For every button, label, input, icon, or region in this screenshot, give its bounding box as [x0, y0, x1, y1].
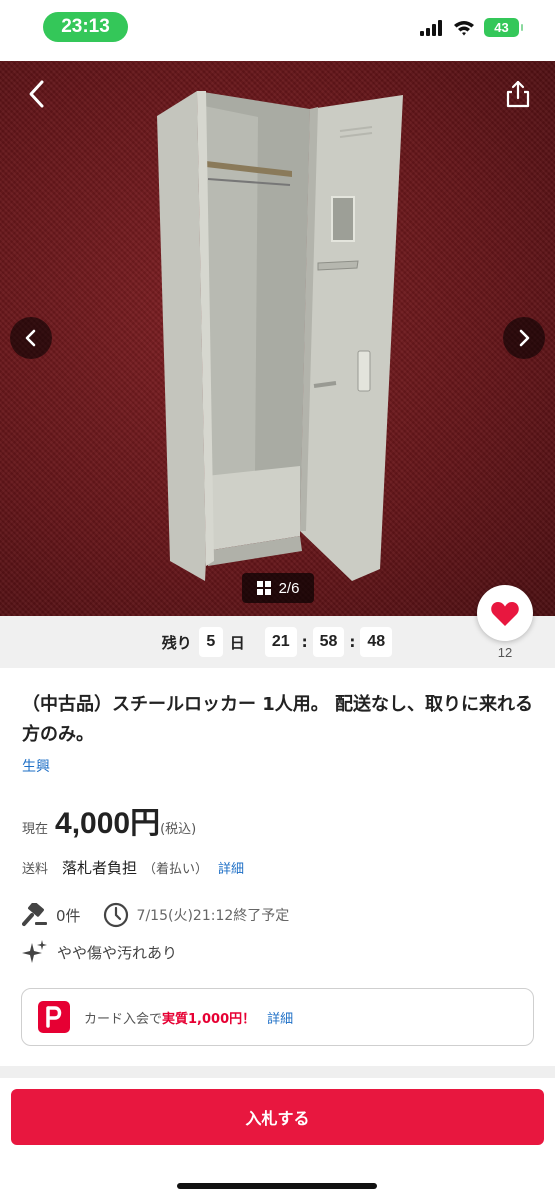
auction-item-page: 23:13 43 2/6 残り 5 日 21: 58: 48 12 （中古品… [0, 0, 555, 1200]
countdown-days: 5 [198, 627, 223, 657]
current-price: 4,000円 [55, 807, 161, 840]
promo-highlight: 実質1,000円！ [162, 1011, 256, 1027]
condition-row: やや傷や汚れあり [22, 939, 177, 965]
countdown-separator: : [349, 633, 356, 651]
wifi-icon [454, 20, 474, 35]
promo-detail-link[interactable]: 詳細 [267, 1008, 293, 1027]
signal-icon [420, 19, 442, 36]
paypay-card-promo[interactable]: カード入会で 実質1,000円！ 詳細 [21, 988, 534, 1046]
bid-button[interactable]: 入札する [11, 1089, 544, 1145]
countdown-seconds: 48 [360, 627, 393, 657]
gavel-icon [22, 903, 47, 926]
bid-info-row: 0件 7/15(火)21:12終了予定 [22, 902, 289, 928]
status-icons: 43 [420, 18, 523, 37]
countdown-hours: 21 [264, 627, 297, 657]
next-image-button[interactable] [503, 317, 545, 359]
shipping-row: 送料 落札者負担 （着払い） 詳細 [22, 857, 244, 878]
price-label: 現在 [22, 822, 49, 837]
image-gallery[interactable]: 2/6 [0, 61, 555, 616]
status-time: 23:13 [43, 12, 128, 42]
shipping-note: （着払い） [143, 862, 209, 877]
price-tax-note: (税込) [160, 822, 197, 837]
share-button[interactable] [493, 69, 543, 119]
countdown-minutes: 58 [312, 627, 345, 657]
locker-photo [157, 91, 403, 581]
countdown-days-unit: 日 [229, 633, 245, 652]
shipping-label: 送料 [22, 862, 49, 877]
price-row: 現在 4,000円 (税込) [22, 798, 196, 842]
next-arrow-icon [519, 329, 530, 347]
back-chevron-icon [29, 80, 44, 108]
grid-icon [256, 581, 271, 595]
favorite-button[interactable] [477, 585, 533, 641]
heart-icon [491, 601, 519, 626]
previous-image-button[interactable] [10, 317, 52, 359]
battery-indicator: 43 [484, 18, 523, 37]
home-indicator [177, 1183, 377, 1189]
section-divider [0, 1066, 555, 1078]
seller-link[interactable]: 生興 [22, 756, 50, 776]
countdown-prefix: 残り [161, 633, 192, 652]
status-bar: 23:13 43 [0, 0, 555, 56]
prev-arrow-icon [25, 329, 36, 347]
sparkle-icon [22, 940, 47, 963]
image-counter-text: 2/6 [278, 579, 300, 597]
item-condition: やや傷や汚れあり [57, 943, 178, 962]
shipping-value: 落札者負担 [62, 859, 138, 877]
back-button[interactable] [12, 69, 62, 119]
end-time: 7/15(火)21:12終了予定 [136, 908, 290, 924]
clock-icon [103, 902, 128, 928]
promo-text: カード入会で [84, 1011, 163, 1027]
image-counter[interactable]: 2/6 [242, 573, 314, 603]
countdown-separator: : [301, 633, 308, 651]
item-title: （中古品）スチールロッカー 1人用。 配送なし、取りに来れる方のみ。 [22, 694, 534, 745]
favorite-count: 12 [497, 645, 513, 660]
share-icon [506, 80, 530, 108]
shipping-detail-link[interactable]: 詳細 [218, 858, 244, 877]
time-remaining-bar: 残り 5 日 21 : 58 : 48 [0, 616, 555, 668]
paypay-logo-icon [38, 1001, 70, 1033]
bid-count: 0件 [56, 906, 81, 925]
